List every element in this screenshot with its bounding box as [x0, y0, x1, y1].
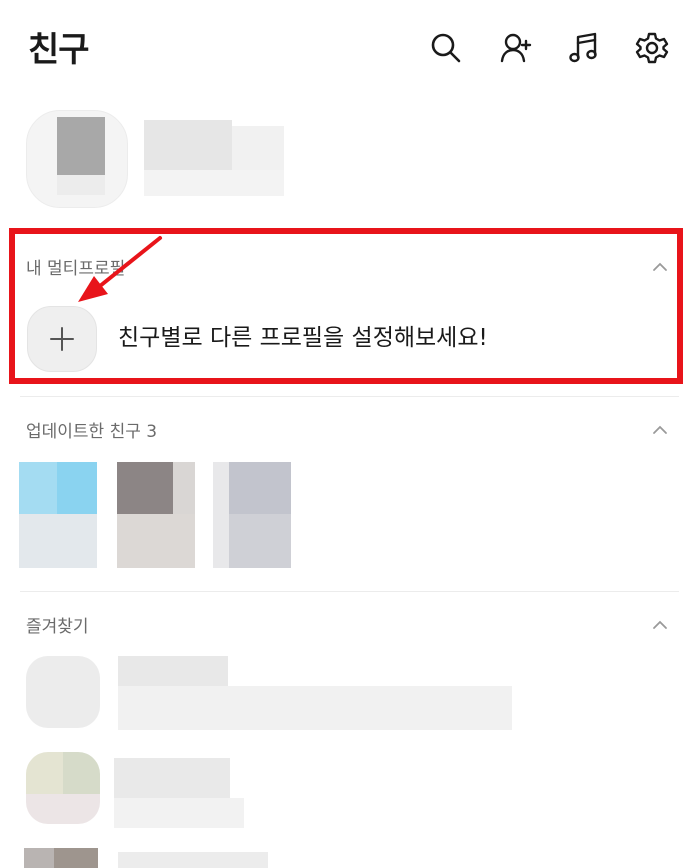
favorite-friend-status: [118, 686, 512, 730]
thumb-blur: [229, 514, 291, 568]
avatar-image: [57, 117, 105, 175]
multi-profile-description: 친구별로 다른 프로필을 설정해보세요!: [118, 325, 488, 351]
favorite-friend-name[interactable]: [118, 852, 268, 868]
thumb-blur: [57, 462, 97, 514]
avatar-blur: [26, 752, 63, 794]
music-icon[interactable]: [564, 28, 604, 68]
multi-profile-section-title: 내 멀티프로필: [26, 259, 126, 279]
thumb-blur: [117, 462, 173, 514]
thumb-blur: [173, 462, 195, 514]
thumb-blur: [229, 462, 291, 514]
add-multi-profile-button[interactable]: [27, 306, 97, 372]
collapse-chevron-icon[interactable]: [651, 616, 669, 634]
favorite-friend-avatar[interactable]: [24, 848, 98, 868]
plus-icon: [50, 327, 74, 351]
my-profile-name-blur: [232, 126, 284, 170]
avatar-blur: [26, 656, 100, 728]
settings-icon[interactable]: [632, 28, 672, 68]
updated-friend-thumbnail[interactable]: [213, 462, 291, 568]
favorite-friend-avatar[interactable]: [26, 656, 100, 728]
favorite-friend-status: [114, 798, 244, 828]
header: 친구: [0, 0, 699, 100]
avatar-image-lower: [57, 175, 105, 195]
collapse-chevron-icon[interactable]: [651, 421, 669, 439]
updated-friends-section-title: 업데이트한 친구 3: [26, 422, 158, 442]
favorite-friend-name[interactable]: [118, 656, 228, 686]
avatar-blur: [54, 848, 98, 868]
my-profile-status: [144, 170, 284, 196]
add-friend-icon[interactable]: [496, 28, 536, 68]
favorites-section-title: 즐겨찾기: [26, 617, 89, 637]
favorite-friend-avatar[interactable]: [26, 752, 100, 824]
updated-friend-thumbnail[interactable]: [19, 462, 97, 568]
section-divider: [20, 396, 679, 397]
multi-profile-highlight-box: [9, 228, 683, 384]
page-title: 친구: [28, 30, 90, 70]
updated-friend-thumbnail[interactable]: [117, 462, 195, 568]
search-icon[interactable]: [426, 28, 466, 68]
favorite-friend-name[interactable]: [114, 758, 230, 798]
thumb-blur: [19, 462, 57, 514]
thumb-blur: [213, 462, 229, 568]
avatar-blur: [63, 752, 100, 794]
thumb-blur: [117, 514, 195, 568]
section-divider: [20, 591, 679, 592]
collapse-chevron-icon[interactable]: [651, 258, 669, 276]
my-profile-name[interactable]: [144, 120, 232, 170]
my-profile-avatar[interactable]: [26, 110, 128, 208]
avatar-blur: [24, 848, 54, 868]
avatar-blur: [26, 794, 100, 824]
thumb-blur: [19, 514, 97, 568]
